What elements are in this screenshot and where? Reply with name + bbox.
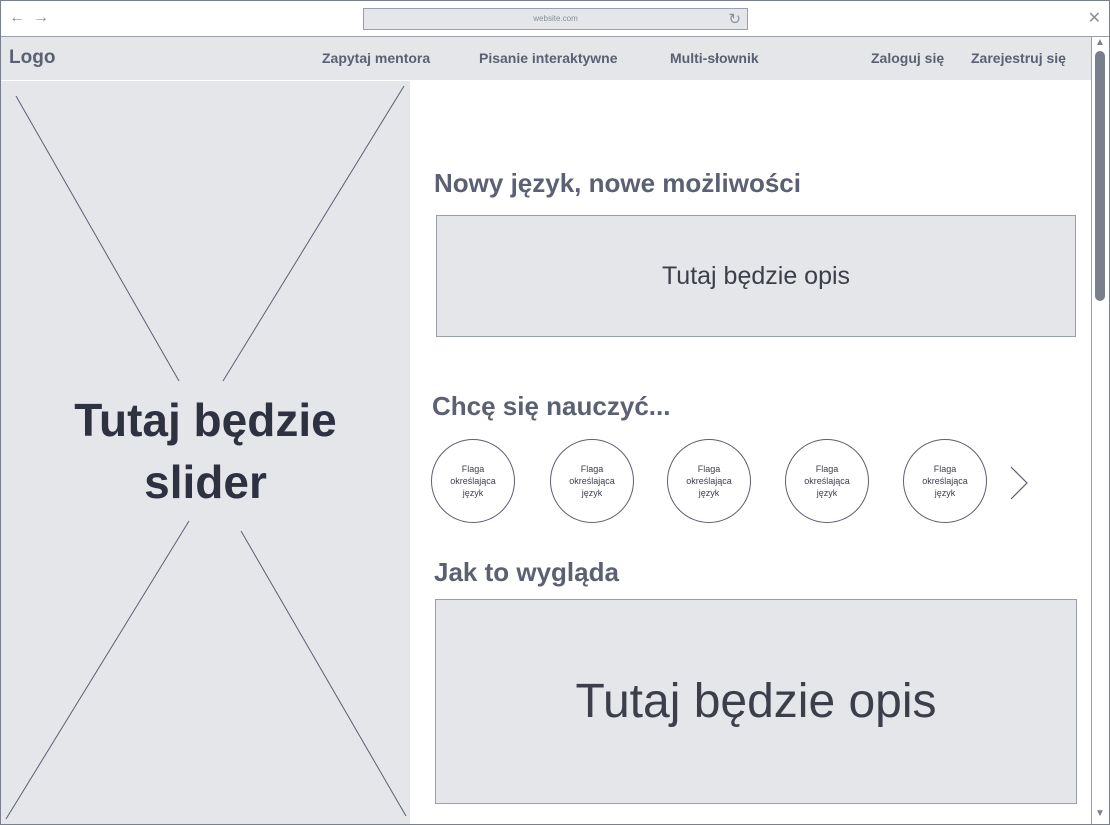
- slider-line-2: slider: [144, 456, 267, 508]
- description-box-2: Tutaj będzie opis: [435, 599, 1077, 804]
- language-flag-3[interactable]: Flaga określająca język: [667, 439, 751, 523]
- scroll-down-icon[interactable]: ▼: [1095, 808, 1105, 819]
- description-text-1: Tutaj będzie opis: [661, 261, 851, 290]
- vertical-scrollbar[interactable]: ▲ ▼: [1091, 37, 1109, 824]
- close-icon[interactable]: ✕: [1088, 8, 1101, 28]
- slider-line-1: Tutaj będzie: [74, 394, 337, 446]
- heading-new-language: Nowy język, nowe możliwości: [434, 168, 801, 198]
- language-flag-2[interactable]: Flaga określająca język: [550, 439, 634, 523]
- logo[interactable]: Logo: [9, 47, 55, 69]
- reload-icon[interactable]: ↻: [728, 10, 741, 28]
- heading-how-it-looks: Jak to wygląda: [434, 557, 619, 587]
- login-link[interactable]: Zaloguj się: [871, 50, 944, 66]
- browser-toolbar: ← → website.com ↻ ✕: [1, 1, 1109, 37]
- heading-want-to-learn: Chcę się nauczyć...: [432, 391, 671, 421]
- hero-slider[interactable]: Tutaj będzie slider: [1, 81, 410, 824]
- browser-window: ← → website.com ↻ ✕ Logo Zapytaj mentora…: [0, 0, 1110, 825]
- scroll-up-icon[interactable]: ▲: [1095, 37, 1105, 48]
- description-box-1: Tutaj będzie opis: [436, 215, 1076, 337]
- nav-link-multi-dictionary[interactable]: Multi-słownik: [670, 50, 759, 66]
- language-flag-5[interactable]: Flaga określająca język: [903, 439, 987, 523]
- url-text: website.com: [533, 14, 578, 23]
- register-link[interactable]: Zarejestruj się: [971, 50, 1066, 66]
- url-bar[interactable]: website.com ↻: [363, 8, 748, 30]
- chevron-right-icon[interactable]: [1007, 463, 1031, 503]
- back-arrow-icon[interactable]: ←: [9, 9, 25, 27]
- nav-link-interactive-writing[interactable]: Pisanie interaktywne: [479, 50, 618, 66]
- slider-placeholder-text: Tutaj będzie slider: [1, 389, 410, 513]
- language-flag-1[interactable]: Flaga określająca język: [431, 439, 515, 523]
- language-flag-4[interactable]: Flaga określająca język: [785, 439, 869, 523]
- forward-arrow-icon[interactable]: →: [33, 9, 49, 27]
- scrollbar-thumb[interactable]: [1095, 51, 1105, 301]
- nav-link-ask-mentor[interactable]: Zapytaj mentora: [322, 50, 430, 66]
- description-text-2: Tutaj będzie opis: [575, 675, 937, 728]
- top-navigation: Logo Zapytaj mentora Pisanie interaktywn…: [1, 37, 1091, 80]
